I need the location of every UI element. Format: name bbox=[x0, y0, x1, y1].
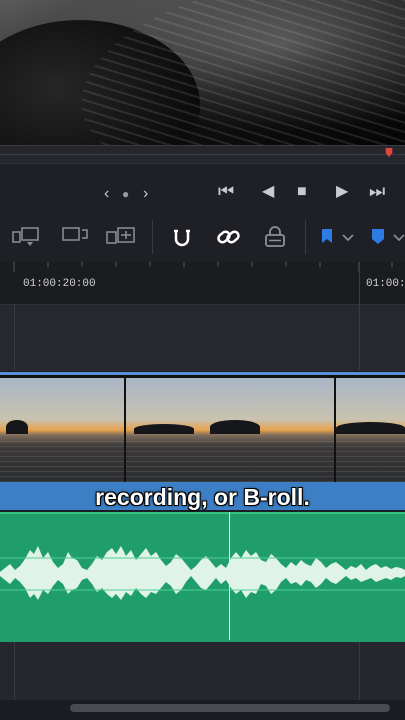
track-gridline bbox=[359, 642, 360, 700]
viewer-waves bbox=[68, 0, 405, 145]
position-lock-icon[interactable] bbox=[260, 225, 290, 249]
timeline-empty-track[interactable] bbox=[0, 304, 405, 371]
video-clip-thumbnail[interactable] bbox=[126, 378, 334, 482]
playhead-line[interactable] bbox=[229, 512, 230, 640]
stop-button[interactable]: ■ bbox=[297, 184, 307, 200]
video-clip-thumbnail[interactable] bbox=[0, 378, 124, 482]
scrubber-line bbox=[0, 154, 405, 155]
jump-to-start-button[interactable]: ⏮ bbox=[218, 182, 234, 200]
play-button[interactable]: ▶ bbox=[336, 184, 348, 200]
snapping-icon[interactable] bbox=[168, 225, 198, 249]
flag-dropdown-chevron-icon[interactable] bbox=[340, 225, 356, 249]
next-clip-button[interactable]: › bbox=[143, 186, 148, 202]
clip-water bbox=[0, 438, 124, 482]
subtitle-caption: recording, or B-roll. bbox=[95, 484, 310, 510]
clip-island bbox=[336, 422, 405, 434]
video-track[interactable] bbox=[0, 372, 405, 485]
track-gridline bbox=[14, 642, 15, 700]
play-reverse-button[interactable]: ◀ bbox=[262, 184, 274, 200]
video-clip-thumbnail[interactable] bbox=[336, 378, 405, 482]
edit-toolbar bbox=[0, 212, 405, 263]
link-icon[interactable] bbox=[214, 225, 244, 249]
clip-island bbox=[6, 420, 28, 434]
playhead-marker-icon[interactable] bbox=[384, 148, 394, 158]
timeline-lower-track[interactable] bbox=[0, 642, 405, 700]
toolbar-divider bbox=[305, 220, 306, 254]
track-gridline bbox=[14, 304, 15, 370]
ruler-timecode: 01:00:2 bbox=[366, 278, 405, 290]
replace-icon[interactable] bbox=[60, 225, 90, 249]
ruler-timecode: 01:00:20:00 bbox=[23, 278, 96, 290]
clip-island bbox=[134, 424, 194, 434]
viewer-scrubber[interactable] bbox=[0, 145, 405, 164]
clip-water bbox=[336, 438, 405, 482]
previous-clip-button[interactable]: ‹ bbox=[104, 186, 109, 202]
jump-to-end-button[interactable]: ⏭ bbox=[369, 182, 385, 200]
transport-bar: ‹ ● › ⏮ ◀ ■ ▶ ⏭ bbox=[0, 163, 405, 213]
audio-track[interactable] bbox=[0, 512, 405, 642]
video-viewer bbox=[0, 0, 405, 145]
clip-water bbox=[126, 438, 334, 482]
audio-waveform bbox=[0, 546, 405, 600]
edit-overwrite-icon[interactable] bbox=[12, 225, 42, 249]
marker-dropdown-chevron-icon[interactable] bbox=[392, 225, 405, 249]
fit-to-fill-icon[interactable] bbox=[106, 225, 136, 249]
timeline-horizontal-scrollbar[interactable] bbox=[70, 704, 390, 712]
clip-dot-icon: ● bbox=[122, 187, 130, 201]
clip-island bbox=[210, 420, 260, 434]
toolbar-divider bbox=[152, 220, 153, 254]
track-gridline bbox=[359, 262, 360, 370]
